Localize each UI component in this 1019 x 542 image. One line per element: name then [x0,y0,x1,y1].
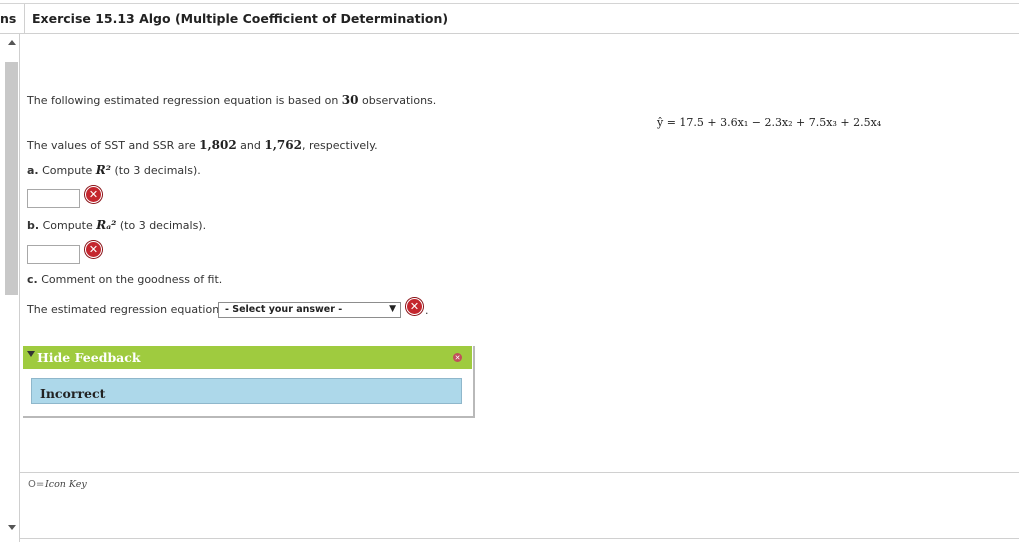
icon-key-link[interactable]: Icon Key [45,479,87,490]
r-squared-symbol: R² [95,163,112,177]
close-icon[interactable]: ✕ [453,353,462,362]
page-title: Exercise 15.13 Algo (Multiple Coefficien… [32,11,449,26]
sst-value: 1,802 [199,138,237,152]
hide-feedback-toggle[interactable]: Hide Feedback [37,350,141,365]
sst-ssr-text: The values of SST and SSR are 1,802 and … [27,138,378,152]
r-squared-input[interactable] [27,189,80,208]
adjusted-r-squared-input[interactable] [27,245,80,264]
estimated-equation-label: The estimated regression equation [27,303,220,316]
ssr-value: 1,762 [264,138,302,152]
scroll-down-icon[interactable] [8,525,16,530]
adjusted-r-squared-symbol: Rₐ² [96,218,117,232]
question-b: b. Compute Rₐ² (to 3 decimals). [27,218,207,232]
scroll-up-icon[interactable] [8,40,16,45]
close-circle-icon: ✕ [406,298,423,315]
question-a: a. Compute R² (to 3 decimals). [27,163,201,177]
feedback-message: Incorrect [40,386,106,401]
trailing-period: . [425,304,429,317]
title-separator [24,4,25,34]
footer-divider [20,472,1019,473]
key-icon[interactable]: O= [28,479,44,490]
observations-value: 30 [341,93,359,107]
caret-down-icon[interactable] [27,351,35,357]
intro-text: The following estimated regression equat… [27,93,437,107]
bottom-divider [20,538,1019,539]
regression-equation: ŷ = 17.5 + 3.6x₁ − 2.3x₂ + 7.5x₃ + 2.5x₄ [657,116,882,129]
scrollbar-thumb[interactable] [5,62,18,295]
question-c: c. Comment on the goodness of fit. [27,273,223,286]
tab-label-fragment[interactable]: ns [0,11,16,26]
header-divider [0,33,1019,34]
top-divider [0,3,1019,4]
close-circle-icon: ✕ [85,186,102,203]
close-circle-icon: ✕ [85,241,102,258]
chevron-down-icon: ▼ [389,304,396,314]
goodness-of-fit-select[interactable]: - Select your answer - ▼ [218,302,401,318]
